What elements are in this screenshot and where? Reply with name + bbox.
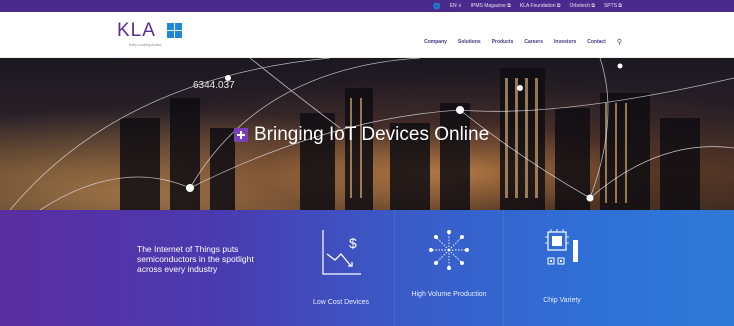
svg-text:$: $ [349, 235, 357, 251]
logo-tagline: Keep Looking Ahead [129, 43, 162, 47]
feature-low-cost-devices[interactable]: $ Low Cost Devices [296, 210, 386, 326]
globe-icon[interactable]: 🌐 [433, 3, 440, 10]
feature-label: Low Cost Devices [312, 299, 370, 306]
utility-link-kla-foundation[interactable]: KLA Foundation ⧉ [520, 3, 561, 9]
nav-item-solutions[interactable]: Solutions [458, 39, 481, 45]
band-intro-text: The Internet of Things puts semiconducto… [137, 244, 254, 274]
search-icon[interactable]: ⚲ [617, 38, 622, 46]
main-nav: Company Solutions Products Careers Inves… [424, 38, 622, 46]
feature-label: Chip Variety [543, 297, 581, 304]
hero-counter: 6344.037 [193, 80, 235, 91]
nav-item-products[interactable]: Products [492, 39, 514, 45]
feature-label: High Volume Production [411, 291, 487, 298]
cost-down-chart-icon: $ [322, 230, 361, 275]
utility-link-ipms-magazine[interactable]: IPMS Magazine ⧉ [471, 3, 511, 9]
hero-title-text: Bringing IoT Devices Online [254, 124, 490, 145]
language-selector[interactable]: EN ∨ [450, 3, 462, 9]
network-burst-icon [429, 230, 469, 270]
utility-link-orbotech[interactable]: Orbotech ⧉ [569, 3, 595, 9]
site-header: KLA Keep Looking Ahead Company Solutions… [0, 12, 734, 58]
utility-bar: 🌐 EN ∨ IPMS Magazine ⧉ KLA Foundation ⧉ … [0, 0, 734, 12]
plus-icon [234, 128, 248, 142]
feature-high-volume-production[interactable]: High Volume Production [394, 210, 504, 326]
kla-logo[interactable]: KLA Keep Looking Ahead [117, 20, 197, 50]
nav-item-company[interactable]: Company [424, 39, 447, 45]
utility-link-spts[interactable]: SPTS ⧉ [604, 3, 622, 9]
logo-squares-icon [167, 23, 182, 38]
nav-item-contact[interactable]: Contact [587, 39, 606, 45]
nav-item-investors[interactable]: Investors [554, 39, 576, 45]
nav-item-careers[interactable]: Careers [524, 39, 543, 45]
logo-wordmark: KLA [117, 20, 156, 41]
hero-title: Bringing IoT Devices Online [234, 124, 489, 146]
feature-chip-variety[interactable]: Chip Variety [512, 210, 612, 326]
iot-feature-band: The Internet of Things puts semiconducto… [0, 210, 734, 326]
chip-icon [545, 229, 578, 265]
hero-banner: 6344.037 Bringing IoT Devices Online [0, 58, 734, 210]
